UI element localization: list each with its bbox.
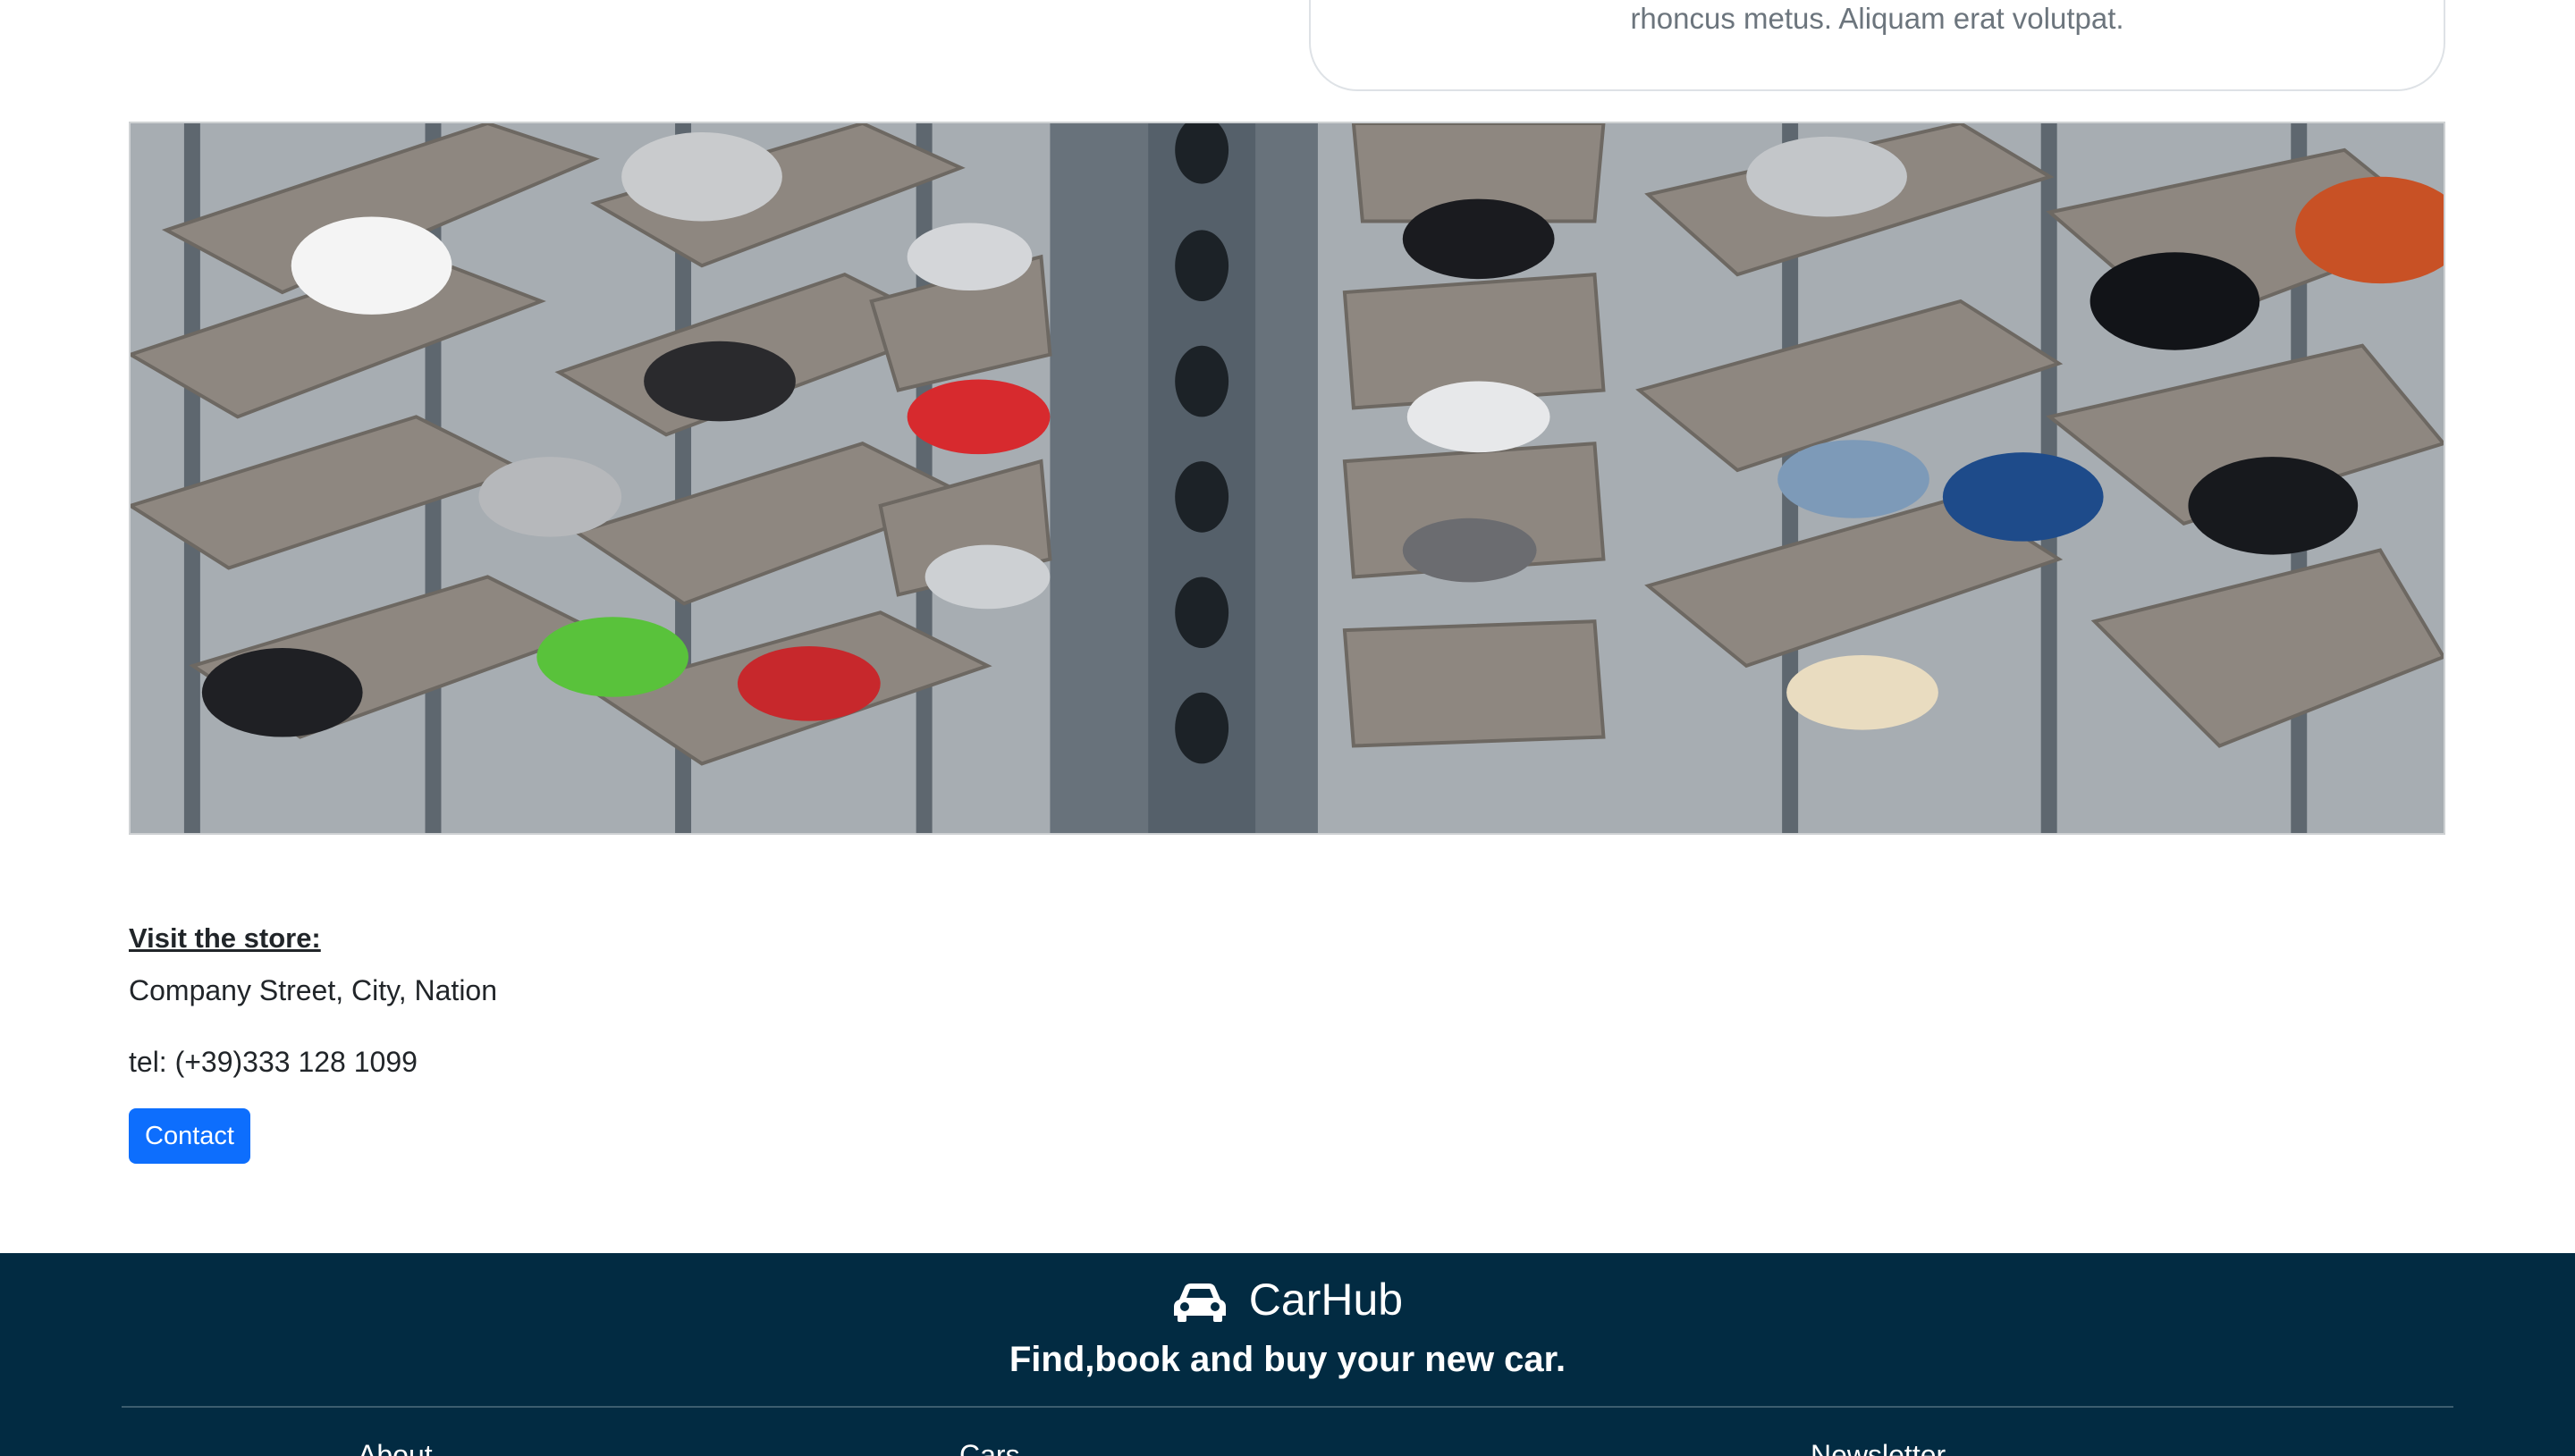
footer-heading-about: About: [358, 1439, 433, 1456]
footer-heading-cars: Cars: [959, 1439, 1020, 1456]
hero-image: [129, 122, 2445, 835]
info-card: rhoncus metus. Aliquam erat volutpat.: [1309, 0, 2445, 91]
site-footer: CarHub Find,book and buy your new car. A…: [0, 1253, 2575, 1456]
contact-button[interactable]: Contact: [129, 1108, 250, 1164]
footer-divider: [122, 1406, 2453, 1408]
store-section: Visit the store: Company Street, City, N…: [129, 919, 497, 1164]
brand-name: CarHub: [1248, 1275, 1404, 1325]
parking-tower-illustration: [131, 123, 2444, 833]
card-text: rhoncus metus. Aliquam erat volutpat.: [1630, 2, 2124, 35]
store-phone: tel: (+39)333 128 1099: [129, 1046, 418, 1078]
store-heading: Visit the store:: [129, 922, 321, 954]
store-address: Company Street, City, Nation: [129, 974, 498, 1006]
footer-tagline: Find,book and buy your new car.: [1009, 1340, 1566, 1379]
footer-brand[interactable]: CarHub: [0, 1271, 2575, 1328]
car-icon: [1172, 1275, 1249, 1325]
footer-heading-newsletter: Newsletter: [1811, 1439, 1946, 1456]
